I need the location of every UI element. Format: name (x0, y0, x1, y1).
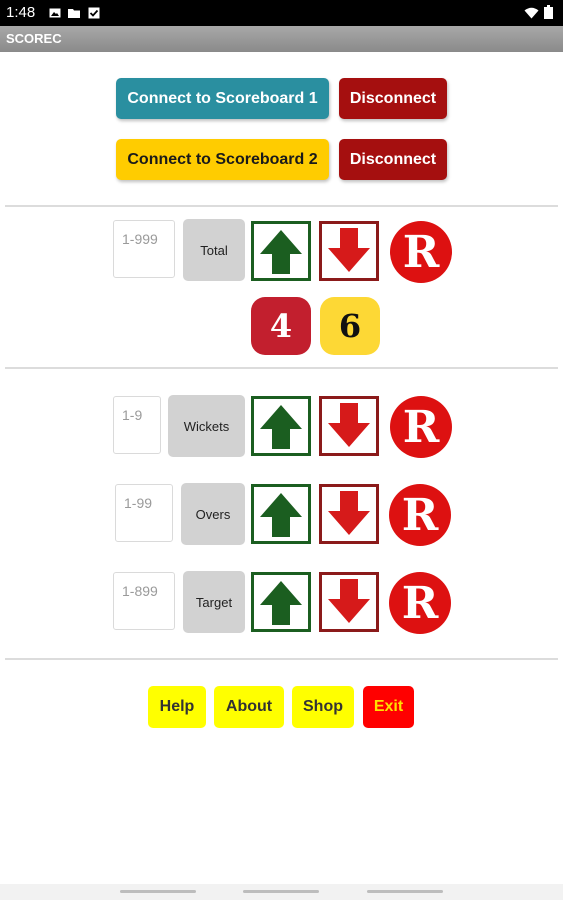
nav-back-handle[interactable] (120, 890, 196, 893)
total-button[interactable]: Total (183, 219, 245, 281)
arrow-down-icon (328, 579, 370, 623)
disconnect-scoreboard-2-button[interactable]: Disconnect (339, 139, 447, 180)
help-button[interactable]: Help (148, 686, 206, 728)
wickets-reset-button[interactable]: R (390, 396, 452, 458)
wickets-button[interactable]: Wickets (168, 395, 245, 457)
arrow-up-icon (260, 230, 302, 274)
checkbox-icon (88, 6, 100, 19)
wickets-input-placeholder: 1-9 (122, 407, 143, 423)
total-decrement-button[interactable] (319, 221, 379, 281)
wickets-input[interactable]: 1-9 (113, 396, 161, 454)
divider (5, 658, 558, 660)
overs-decrement-button[interactable] (319, 484, 379, 544)
divider (5, 205, 558, 207)
arrow-down-icon (328, 403, 370, 447)
battery-icon (544, 5, 553, 19)
overs-input-placeholder: 1-99 (124, 495, 153, 511)
exit-button[interactable]: Exit (363, 686, 414, 728)
target-decrement-button[interactable] (319, 572, 379, 632)
connect-scoreboard-1-button[interactable]: Connect to Scoreboard 1 (116, 78, 329, 119)
disconnect-scoreboard-1-button[interactable]: Disconnect (339, 78, 447, 119)
score-digit-yellow: 6 (320, 297, 380, 355)
wickets-increment-button[interactable] (251, 396, 311, 456)
overs-button[interactable]: Overs (181, 483, 245, 545)
system-nav-bar (0, 884, 563, 900)
connect-scoreboard-2-button[interactable]: Connect to Scoreboard 2 (116, 139, 329, 180)
arrow-down-icon (328, 491, 370, 535)
wifi-icon (524, 6, 539, 19)
target-reset-button[interactable]: R (389, 572, 451, 634)
app-bar: SCOREC (0, 26, 563, 52)
image-icon (49, 6, 61, 18)
status-time: 1:48 (6, 4, 36, 21)
app-title: SCOREC (6, 31, 62, 46)
score-digit-red: 4 (251, 297, 311, 355)
nav-home-handle[interactable] (243, 890, 319, 893)
about-button[interactable]: About (214, 686, 284, 728)
target-input[interactable]: 1-899 (113, 572, 175, 630)
status-bar: 1:48 (0, 0, 563, 26)
arrow-up-icon (260, 581, 302, 625)
target-button[interactable]: Target (183, 571, 245, 633)
wickets-decrement-button[interactable] (319, 396, 379, 456)
total-input-placeholder: 1-999 (122, 231, 158, 247)
target-increment-button[interactable] (251, 572, 311, 632)
overs-reset-button[interactable]: R (389, 484, 451, 546)
total-reset-button[interactable]: R (390, 221, 452, 283)
overs-increment-button[interactable] (251, 484, 311, 544)
shop-button[interactable]: Shop (292, 686, 354, 728)
target-input-placeholder: 1-899 (122, 583, 158, 599)
divider (5, 367, 558, 369)
arrow-down-icon (328, 228, 370, 272)
total-input[interactable]: 1-999 (113, 220, 175, 278)
arrow-up-icon (260, 493, 302, 537)
nav-recents-handle[interactable] (367, 890, 443, 893)
overs-input[interactable]: 1-99 (115, 484, 173, 542)
arrow-up-icon (260, 405, 302, 449)
folder-icon (68, 6, 80, 18)
total-increment-button[interactable] (251, 221, 311, 281)
